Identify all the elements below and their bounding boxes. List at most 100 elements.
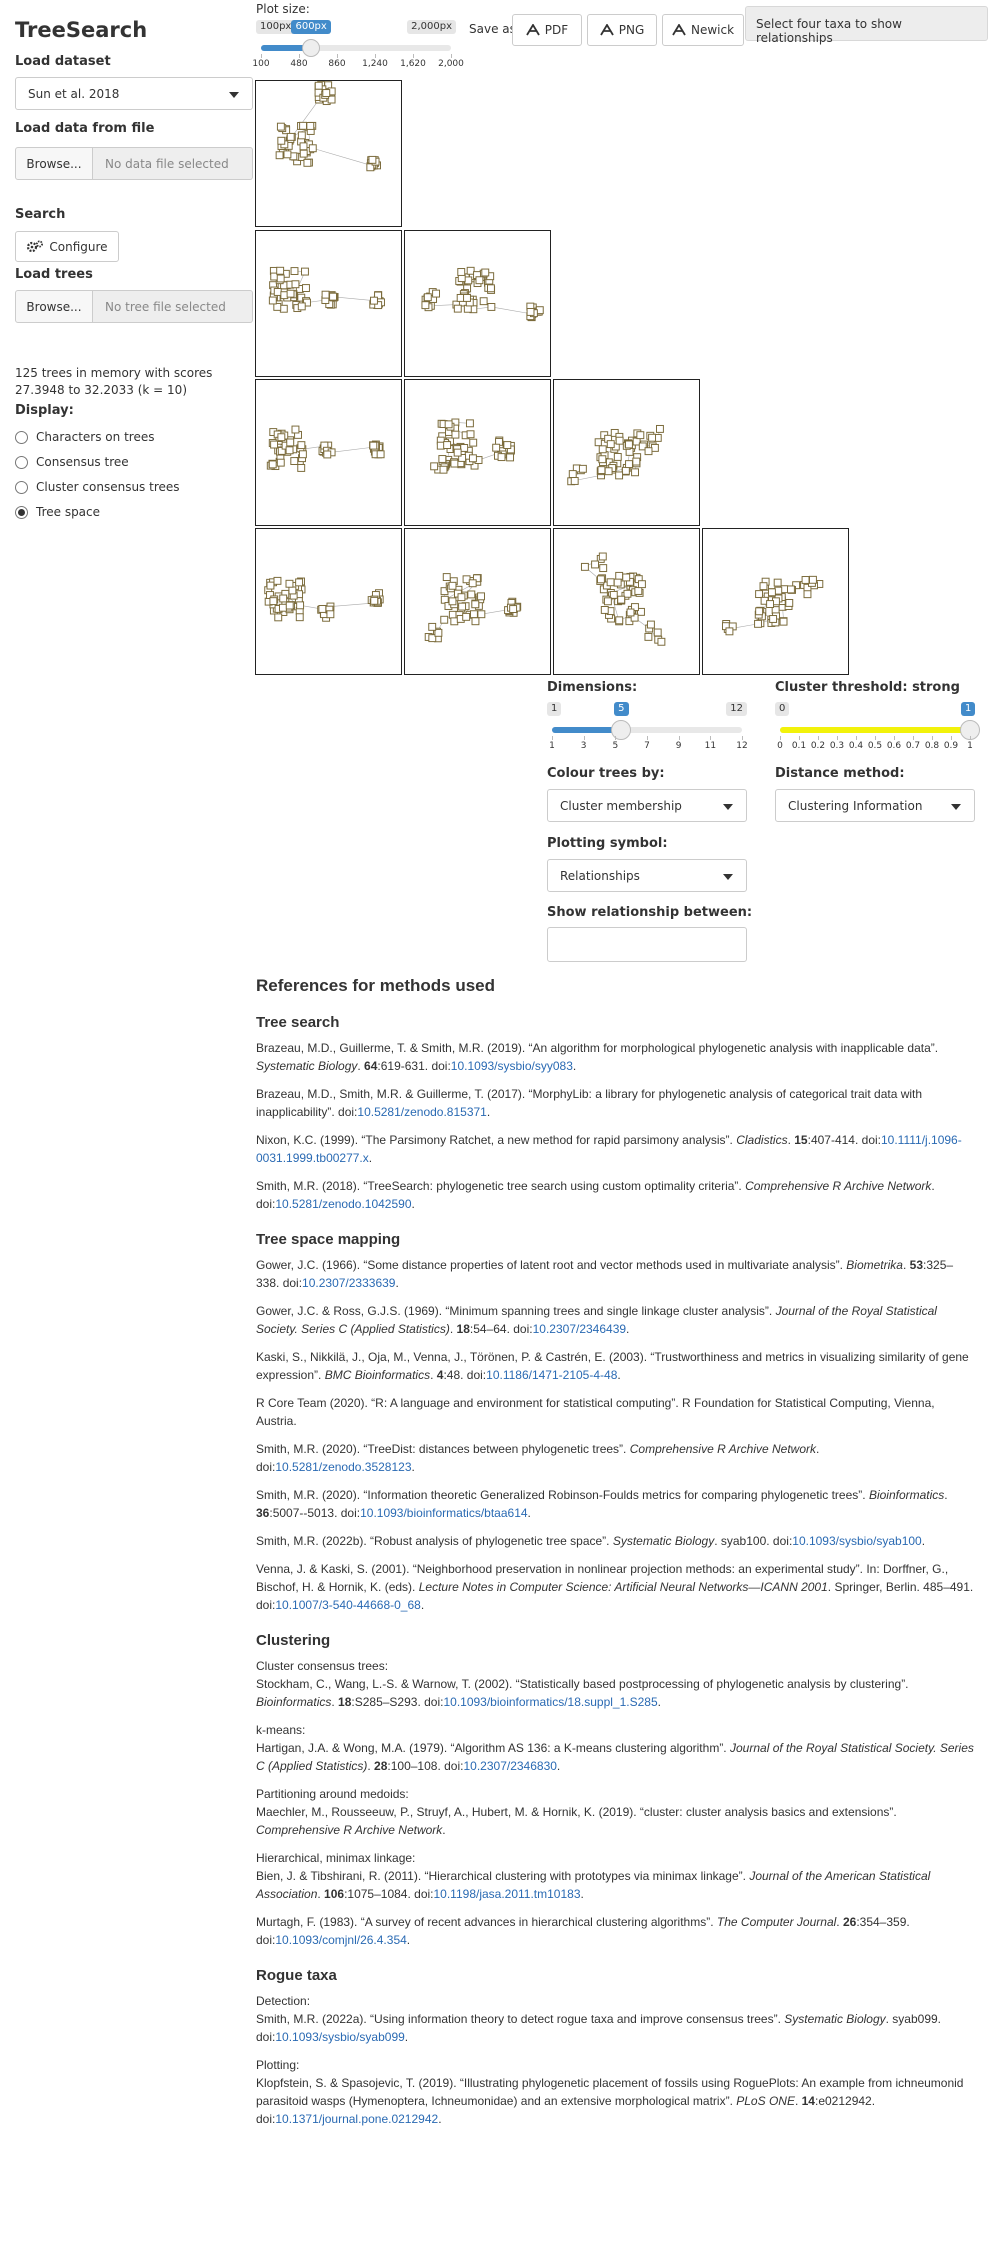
- tree-file-input: Browse... No tree file selected: [15, 290, 253, 323]
- slider-tick-label: 0.5: [867, 741, 883, 751]
- radio-button-selected[interactable]: [15, 505, 28, 519]
- tree-point: [599, 564, 608, 573]
- slider-tick-label: 0.7: [905, 741, 921, 751]
- reference-category-label: Partitioning around medoids:: [256, 1787, 409, 1801]
- slider-min-badge: 1: [547, 702, 562, 716]
- tree-point: [464, 276, 473, 285]
- slider-tick: [375, 54, 376, 58]
- tree-point: [286, 438, 295, 447]
- reference-item: Smith, M.R. (2022a). “Using information …: [256, 2012, 942, 2044]
- tree-point: [568, 470, 577, 479]
- display-option-consensus[interactable]: Consensus tree: [15, 455, 129, 469]
- save-png-button[interactable]: PNG: [587, 14, 657, 46]
- tree-point: [321, 290, 330, 299]
- doi-link[interactable]: 10.5281/zenodo.3528123: [275, 1460, 411, 1474]
- browse-trees-button[interactable]: Browse...: [15, 290, 93, 323]
- doi-link[interactable]: 10.2307/2346830: [463, 1759, 556, 1773]
- relationship-input[interactable]: [547, 927, 747, 962]
- tree-point: [625, 440, 633, 449]
- tree-point: [497, 453, 506, 462]
- configure-button[interactable]: Configure: [15, 231, 119, 262]
- tree-point: [303, 158, 312, 167]
- tree-point: [526, 307, 535, 316]
- doi-link[interactable]: 10.1186/1471-2105-4-48: [486, 1368, 617, 1382]
- tree-space-panel-3-2: [404, 230, 551, 377]
- slider-handle[interactable]: [611, 720, 632, 740]
- tree-point: [503, 441, 512, 450]
- reference-category-label: Plotting:: [256, 2058, 300, 2072]
- tree-point: [453, 448, 462, 457]
- tree-point: [370, 296, 378, 305]
- tree-point: [609, 590, 618, 599]
- doi-link[interactable]: 10.1007/3-540-44668-0_68: [275, 1598, 420, 1612]
- tree-point: [803, 590, 812, 599]
- tree-space-panel-4-3: [553, 379, 700, 526]
- save-newick-button[interactable]: Newick: [662, 14, 744, 46]
- tree-file-name: No tree file selected: [93, 290, 253, 323]
- chevron-down-icon: [951, 804, 961, 810]
- tree-point: [270, 440, 279, 449]
- doi-link[interactable]: 10.2307/2346439: [533, 1322, 626, 1336]
- distance-method-select[interactable]: Clustering Information: [775, 789, 975, 822]
- dimensions-slider[interactable]: 1 5 12 1 3 5 7 9 11 12: [547, 700, 748, 755]
- threshold-slider[interactable]: 0 1 0 0.1 0.2 0.3 0.4 0.5 0.6 0.7 0.8 0.9 1: [775, 700, 980, 755]
- slider-tick-label: 7: [644, 741, 650, 751]
- doi-link[interactable]: 10.1093/sysbio/syab099: [275, 2030, 404, 2044]
- tree-point: [657, 637, 666, 646]
- tree-point: [440, 615, 449, 624]
- slider-handle[interactable]: [301, 39, 320, 57]
- slider-tick: [875, 736, 876, 740]
- plotting-symbol-select[interactable]: Relationships: [547, 859, 747, 892]
- doi-link[interactable]: 10.5281/zenodo.815371: [357, 1105, 486, 1119]
- doi-link[interactable]: 10.1093/comjnl/26.4.354: [275, 1933, 406, 1947]
- colour-by-label: Colour trees by:: [547, 766, 665, 781]
- slider-min-badge: 0: [775, 702, 790, 716]
- radio-button[interactable]: [15, 480, 28, 494]
- colour-by-select[interactable]: Cluster membership: [547, 789, 747, 822]
- display-option-label: Consensus tree: [36, 455, 129, 469]
- doi-link[interactable]: 10.5281/zenodo.1042590: [275, 1197, 411, 1211]
- reference-item: Hartigan, J.A. & Wong, M.A. (1979). “Alg…: [256, 1741, 974, 1773]
- radio-button[interactable]: [15, 455, 28, 469]
- slider-tick-label: 11: [704, 741, 717, 751]
- doi-link[interactable]: 10.2307/2333639: [302, 1276, 395, 1290]
- reference-item: Klopfstein, S. & Spasojevic, T. (2019). …: [256, 2076, 964, 2126]
- save-pdf-button[interactable]: PDF: [512, 14, 582, 46]
- display-option-tree-space[interactable]: Tree space: [15, 505, 100, 519]
- status-line-1: 125 trees in memory with scores: [15, 366, 213, 380]
- tree-point: [615, 571, 624, 580]
- tree-point: [297, 131, 306, 140]
- display-option-cluster-consensus[interactable]: Cluster consensus trees: [15, 480, 180, 494]
- radio-button[interactable]: [15, 430, 28, 444]
- doi-link[interactable]: 10.1093/bioinformatics/btaa614: [360, 1506, 527, 1520]
- doi-link[interactable]: 10.1198/jasa.2011.tm10183: [434, 1887, 581, 1901]
- tree-point: [631, 468, 639, 477]
- reference-item: Smith, M.R. (2020). “Information theoret…: [256, 1488, 948, 1520]
- tree-point: [370, 596, 379, 605]
- tree-point: [617, 595, 626, 604]
- slider-tick: [913, 736, 914, 740]
- tree-point: [276, 266, 285, 275]
- doi-link[interactable]: 10.1093/sysbio/syy083: [451, 1059, 573, 1073]
- tree-point: [438, 455, 447, 463]
- display-option-characters[interactable]: Characters on trees: [15, 430, 154, 444]
- chevron-down-icon: [723, 874, 733, 880]
- plot-size-slider[interactable]: 100px 600px 2,000px 100 480 860 1,240 1,620 2…: [252, 18, 464, 73]
- tree-point: [600, 606, 609, 614]
- tree-point: [368, 155, 377, 164]
- threshold-label: Cluster threshold: strong: [775, 680, 960, 695]
- browse-data-button[interactable]: Browse...: [15, 147, 93, 180]
- slider-tick: [678, 736, 680, 740]
- tree-point: [467, 590, 476, 599]
- tree-point: [754, 619, 762, 628]
- tree-space-panel-5-1: [255, 528, 402, 675]
- doi-link[interactable]: 10.1093/bioinformatics/18.suppl_1.S285: [443, 1695, 657, 1709]
- tree-point: [578, 464, 587, 473]
- doi-link[interactable]: 10.1371/journal.pone.0212942: [275, 2112, 438, 2126]
- doi-link[interactable]: 10.1093/sysbio/syab100: [792, 1534, 921, 1548]
- slider-tick-label: 2,000: [438, 59, 464, 69]
- tree-point: [634, 587, 643, 595]
- reference-item: Gower, J.C. (1966). “Some distance prope…: [256, 1258, 954, 1290]
- dataset-select[interactable]: Sun et al. 2018: [15, 77, 253, 110]
- tree-point: [268, 460, 277, 469]
